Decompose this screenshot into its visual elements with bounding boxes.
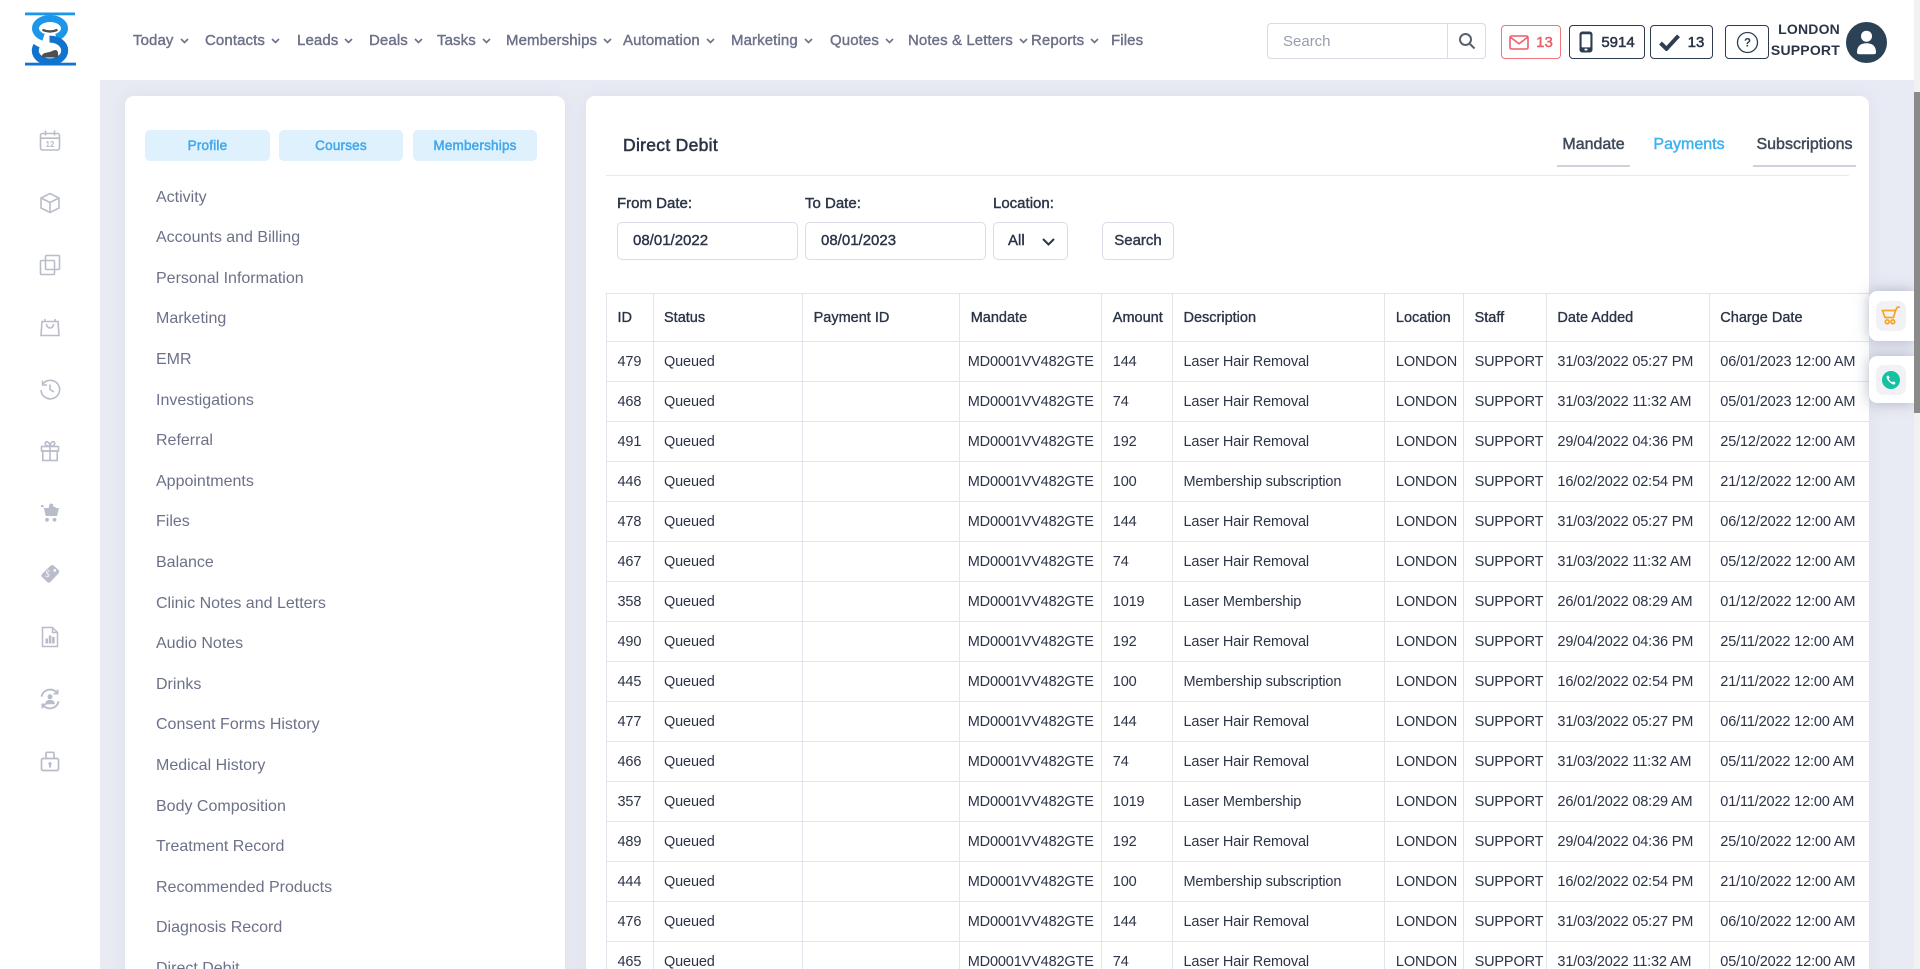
- svg-text:12: 12: [46, 140, 55, 149]
- svg-text:$: $: [45, 569, 50, 579]
